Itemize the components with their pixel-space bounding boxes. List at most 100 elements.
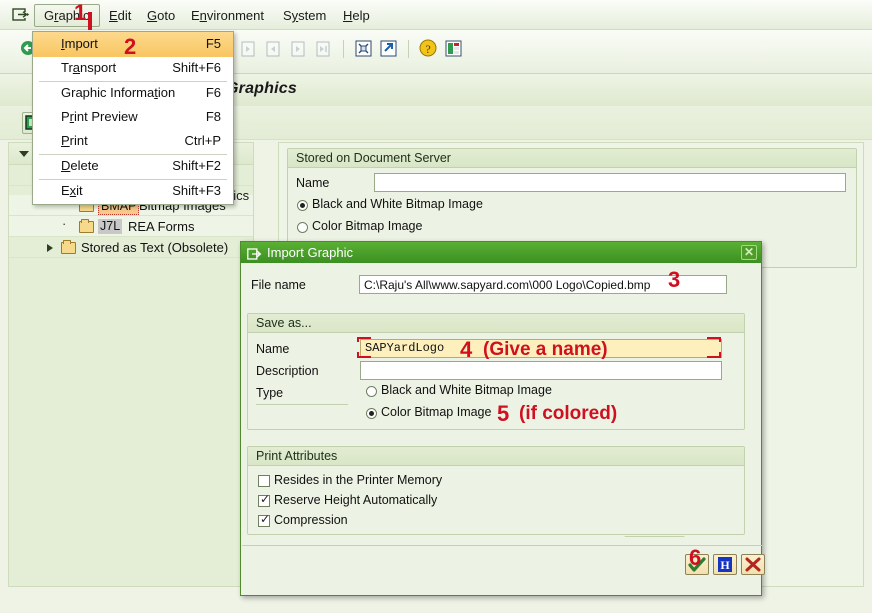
tree-node-label[interactable]: Stored as Text (Obsolete) (81, 240, 228, 255)
menu-root-help-label: Help (343, 8, 370, 23)
menu-item-delete-shortcut: Shift+F2 (172, 158, 221, 173)
doc-name-label: Name (296, 176, 330, 190)
close-icon[interactable]: ✕ (741, 245, 757, 260)
menu-root-system[interactable]: System (274, 5, 335, 26)
name-field-bracket-tl (357, 337, 371, 342)
tree-node-code[interactable]: J7L (98, 219, 123, 234)
menu-item-graphic-information-shortcut: F6 (205, 85, 221, 100)
divider (256, 404, 348, 405)
chevron-down-icon[interactable] (19, 151, 29, 157)
window-command-icon[interactable] (12, 7, 30, 23)
menu-item-print-preview-label: Print Preview (61, 109, 138, 124)
bullet-icon: · (62, 216, 67, 231)
doc-name-input[interactable] (374, 173, 846, 192)
menu-item-transport-label: Transport (61, 60, 117, 75)
menu-root-edit[interactable]: Edit (100, 5, 140, 26)
dialog-footer-notch (617, 536, 685, 546)
dialog-title-label: Import Graphic (267, 245, 353, 260)
save-as-group: Save as... Name SAPYardLogo Description … (247, 313, 745, 430)
print-attr-checkbox-compression[interactable] (258, 512, 270, 527)
dialog-footer-divider (242, 545, 762, 546)
print-attr-label-compression: Compression (274, 513, 348, 527)
save-name-label: Name (256, 342, 290, 356)
menu-item-graphic-information[interactable]: Graphic Information F6 (33, 82, 233, 106)
annotation-5-text: (if colored) (519, 403, 618, 424)
save-type-radio-bw-label: Black and White Bitmap Image (381, 383, 552, 397)
menu-item-exit-shortcut: Shift+F3 (172, 183, 221, 198)
menu-root-goto[interactable]: Goto (138, 5, 184, 26)
layout-menu-icon[interactable] (443, 38, 464, 59)
doc-type-radio-bw[interactable] (297, 200, 308, 211)
menu-root-system-label: System (283, 8, 327, 23)
help-icon[interactable]: ? (418, 38, 439, 59)
tree-node-list: · BMAP Bitmap Images · J7L REA Forms Sto… (9, 195, 253, 275)
menu-item-transport[interactable]: Transport Shift+F6 (33, 57, 233, 81)
dialog-title-bar[interactable]: Import Graphic ✕ (241, 242, 761, 263)
group-title: Save as... (248, 314, 744, 333)
save-description-input[interactable] (360, 361, 722, 380)
print-attr-label-printer-memory: Resides in the Printer Memory (274, 473, 443, 487)
save-type-label: Type (256, 386, 284, 400)
tree-node-label[interactable]: REA Forms (128, 219, 194, 234)
info-button[interactable]: H (713, 554, 737, 575)
menu-root-environment-label: Environment (191, 8, 264, 23)
annotation-1-marker (88, 12, 92, 30)
group-title: Stored on Document Server (288, 149, 856, 168)
tree-row[interactable]: · J7L REA Forms (9, 216, 253, 237)
next-page-icon (288, 38, 309, 59)
save-name-input[interactable]: SAPYardLogo (365, 341, 444, 355)
folder-icon (79, 219, 94, 233)
save-description-label: Description (256, 364, 319, 378)
svg-text:?: ? (425, 42, 430, 56)
doc-type-radio-color[interactable] (297, 222, 308, 233)
annotation-1: 1 (74, 0, 87, 25)
menu-item-print-preview[interactable]: Print Preview F8 (33, 106, 233, 130)
tree-row[interactable]: Stored as Text (Obsolete) (9, 237, 253, 258)
annotation-5: 5 (497, 401, 510, 426)
save-type-radio-color[interactable] (366, 408, 377, 419)
menu-item-graphic-information-label: Graphic Information (61, 85, 176, 100)
chevron-right-icon[interactable] (47, 244, 53, 252)
menu-item-import-shortcut: F5 (205, 36, 221, 51)
menu-item-exit[interactable]: Exit Shift+F3 (33, 180, 233, 205)
svg-text:H: H (720, 558, 730, 572)
last-page-icon (313, 38, 334, 59)
folder-icon (61, 240, 76, 254)
menu-root-environment[interactable]: Environment (182, 5, 273, 26)
previous-page-icon (263, 38, 284, 59)
save-type-radio-bw[interactable] (366, 386, 377, 397)
menu-item-delete[interactable]: Delete Shift+F2 (33, 155, 233, 179)
print-attr-checkbox-printer-memory[interactable] (258, 475, 270, 487)
first-page-icon (238, 38, 259, 59)
menu-root-goto-label: Goto (147, 8, 176, 23)
print-attr-checkbox-reserve-height[interactable] (258, 492, 270, 507)
create-session-icon[interactable] (353, 38, 374, 59)
menu-item-print-shortcut: Ctrl+P (184, 133, 221, 148)
save-type-radio-color-label: Color Bitmap Image (381, 405, 492, 419)
menu-item-delete-label: Delete (61, 158, 99, 173)
annotation-2: 2 (124, 34, 137, 59)
menu-root-help[interactable]: Help (334, 5, 379, 26)
menu-bar: Graphic Edit Goto Environment System Hel… (0, 0, 872, 30)
menu-item-exit-label: Exit (61, 183, 83, 198)
annotation-4: 4 (460, 337, 473, 362)
menu-item-transport-shortcut: Shift+F6 (172, 60, 221, 75)
name-field-bracket-br (707, 352, 721, 358)
print-attributes-group: Print Attributes Resides in the Printer … (247, 446, 745, 535)
file-name-label: File name (251, 278, 306, 292)
menu-item-print-label: Print (61, 133, 88, 148)
group-title: Print Attributes (248, 447, 744, 466)
menu-item-import-label: Import (61, 36, 98, 51)
menu-item-print[interactable]: Print Ctrl+P (33, 130, 233, 154)
name-field-bracket-tr (707, 337, 721, 342)
doc-type-radio-bw-label: Black and White Bitmap Image (312, 197, 483, 211)
annotation-6: 6 (689, 545, 702, 570)
print-attr-label-reserve-height: Reserve Height Automatically (274, 493, 438, 507)
open-shortcut-icon[interactable] (378, 38, 399, 59)
cancel-button[interactable] (741, 554, 765, 575)
menu-root-edit-label: Edit (109, 8, 132, 23)
doc-type-radio-color-label: Color Bitmap Image (312, 219, 423, 233)
name-field-bracket-bl (357, 352, 371, 358)
annotation-4-text: (Give a name) (483, 339, 608, 360)
menu-item-print-preview-shortcut: F8 (205, 109, 221, 124)
